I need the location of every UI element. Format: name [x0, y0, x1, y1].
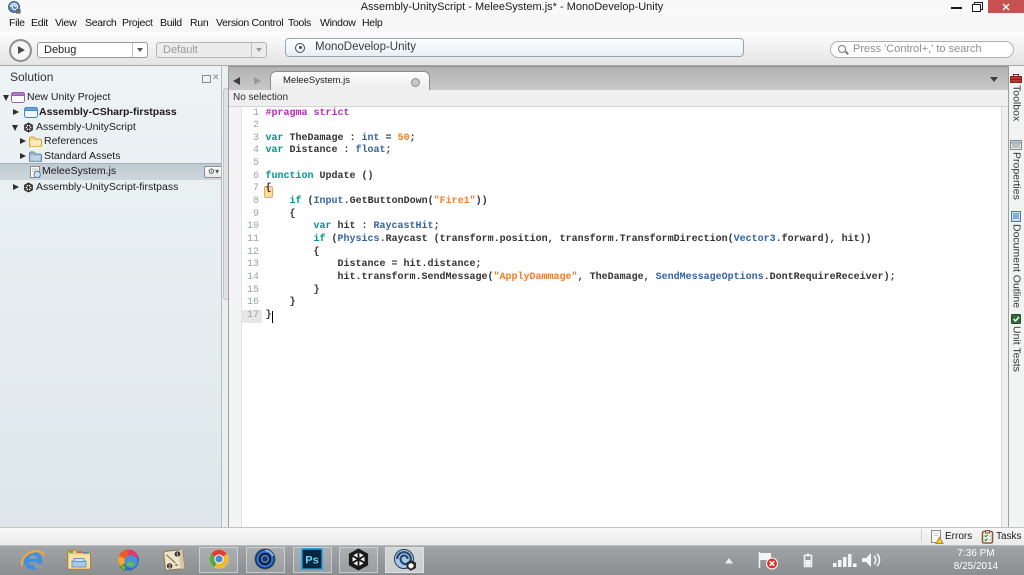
svg-text:Ps: Ps: [305, 555, 318, 567]
svg-text:1: 1: [176, 552, 180, 558]
svg-text:2: 2: [168, 564, 172, 570]
